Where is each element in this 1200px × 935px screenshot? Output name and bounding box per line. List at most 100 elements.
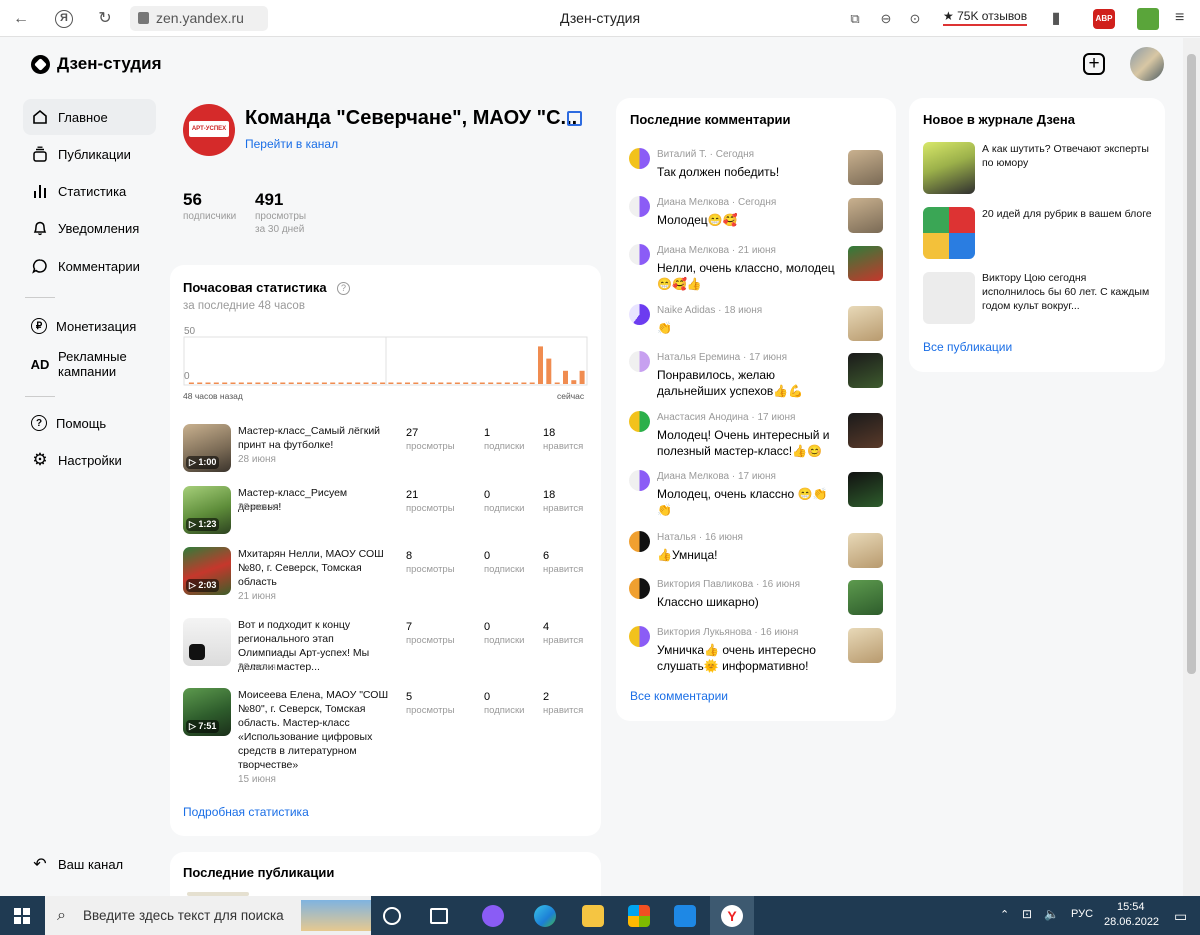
reload-icon[interactable]: ↻ [96,10,114,28]
sidebar-item-ads[interactable]: AD Рекламные кампании [23,345,156,383]
comment-author-avatar[interactable] [629,196,650,217]
comment-author[interactable]: Виталий Т. [657,149,707,160]
comment-publication-thumbnail[interactable] [848,246,883,281]
comment-author[interactable]: Диана Мелкова [657,197,729,208]
comment-author-avatar[interactable] [629,351,650,372]
comment-author[interactable]: Naike Adidas [657,305,715,316]
translate-icon[interactable]: ⧉ [846,10,864,28]
publication-title[interactable]: Мастер-класс_Самый лёгкий принт на футбо… [238,424,393,452]
back-icon[interactable]: ← [12,10,30,28]
comment-author-avatar[interactable] [629,578,650,599]
journal-thumbnail[interactable] [923,142,975,194]
comment-text[interactable]: Молодец, очень классно 😁👏👏 [657,486,842,518]
app-logo[interactable]: Дзен-студия [31,54,162,74]
taskbar-active-app[interactable]: Y [710,896,754,935]
comment-author-avatar[interactable] [629,244,650,265]
publication-thumbnail[interactable]: ▷ 1:23 [183,486,231,534]
tray-chevron-icon[interactable]: ⌃ [1000,908,1009,921]
all-comments-link[interactable]: Все комментарии [630,689,728,703]
volume-icon[interactable]: 🔈 [1044,907,1059,921]
journal-thumbnail[interactable] [923,272,975,324]
sidebar-item-help[interactable]: ? Помощь [23,405,156,441]
comment-text[interactable]: 👍Умница! [657,547,842,563]
publication-thumbnail[interactable] [183,618,231,666]
sidebar-item-settings[interactable]: ⚙ Настройки [23,442,156,478]
comment-publication-thumbnail[interactable] [848,413,883,448]
comment-text[interactable]: Нелли, очень классно, молодец😁🥰👍 [657,260,842,292]
publication-title[interactable]: Мхитарян Нелли, МАОУ СОШ №80, г. Северск… [238,547,393,589]
network-icon[interactable]: ⊡ [1022,907,1032,921]
qr-code-icon[interactable] [567,111,582,126]
all-publications-link[interactable]: Все публикации [923,340,1012,354]
comment-author[interactable]: Виктория Павликова [657,579,753,590]
sidebar-item-home[interactable]: Главное [23,99,156,135]
comment-text[interactable]: 👏 [657,320,842,336]
comment-publication-thumbnail[interactable] [848,628,883,663]
comment-author[interactable]: Наталья [657,532,696,543]
scrollbar-thumb[interactable] [1187,54,1196,674]
store-icon[interactable] [628,905,650,927]
comment-author-avatar[interactable] [629,148,650,169]
comment-author-avatar[interactable] [629,531,650,552]
protect-icon[interactable]: ⊙ [906,10,924,28]
comment-author[interactable]: Наталья Еремина [657,352,740,363]
reader-icon[interactable]: ⊖ [877,10,895,28]
browser-menu-icon[interactable]: ≡ [1175,9,1184,27]
clock-date[interactable]: 28.06.2022 [1104,916,1159,928]
goto-channel-link[interactable]: Перейти в канал [245,137,338,151]
task-view-icon[interactable] [430,908,448,924]
publication-thumbnail[interactable]: ▷ 2:03 [183,547,231,595]
cortana-icon[interactable] [383,907,401,925]
sidebar-item-publications[interactable]: Публикации [23,136,156,172]
journal-thumbnail[interactable] [923,207,975,259]
sidebar-item-comments[interactable]: Комментарии [23,248,156,284]
sidebar-item-monetization[interactable]: ₽ Монетизация [23,308,156,344]
journal-item-title[interactable]: 20 идей для рубрик в вашем блоге [982,207,1152,221]
publication-thumbnail[interactable]: ▷ 1:00 [183,424,231,472]
journal-item-title[interactable]: Виктору Цою сегодня исполнилось бы 60 ле… [982,271,1152,313]
edge-icon[interactable] [534,905,556,927]
publication-thumbnail[interactable]: ▷ 7:51 [183,688,231,736]
alice-icon[interactable] [482,905,504,927]
comment-author[interactable]: Виктория Лукьянова [657,627,752,638]
journal-item-title[interactable]: А как шутить? Отвечают эксперты по юмору [982,142,1152,170]
comment-text[interactable]: Классно шикарно) [657,594,842,610]
reviews-badge[interactable]: ★ 75K отзывов [943,9,1028,26]
taskbar-search-input[interactable]: ⌕ Введите здесь текст для поиска [45,896,371,935]
comment-author-avatar[interactable] [629,626,650,647]
comment-publication-thumbnail[interactable] [848,353,883,388]
notifications-icon[interactable]: ▭ [1174,908,1187,925]
bookmark-icon[interactable]: ▮ [1047,10,1065,28]
comment-author[interactable]: Диана Мелкова [657,471,729,482]
comment-text[interactable]: Умничка👍 очень интересно слушать🌞 информ… [657,642,842,674]
help-icon[interactable]: ? [337,282,350,295]
comment-publication-thumbnail[interactable] [848,533,883,568]
comment-text[interactable]: Молодец! Очень интересный и полезный мас… [657,427,842,459]
adblock-icon[interactable]: ABP [1093,9,1115,29]
comment-text[interactable]: Молодец😁🥰 [657,212,842,228]
sidebar-item-notifications[interactable]: Уведомления [23,210,156,246]
comment-author-avatar[interactable] [629,411,650,432]
language-indicator[interactable]: РУС [1071,908,1093,920]
windows-start-icon[interactable] [14,908,30,924]
sidebar-item-stats[interactable]: Статистика [23,173,156,209]
yandex-icon[interactable]: Я [55,10,73,28]
avatar[interactable] [1130,47,1164,81]
address-bar[interactable]: zen.yandex.ru [130,6,268,31]
comment-publication-thumbnail[interactable] [848,150,883,185]
comment-text[interactable]: Понравилось, желаю дальнейших успехов👍💪 [657,367,842,399]
comment-publication-thumbnail[interactable] [848,580,883,615]
explorer-icon[interactable] [582,905,604,927]
extension-icon[interactable] [1137,8,1159,30]
publication-title[interactable]: Моисеева Елена, МАОУ "СОШ №80", г. Север… [238,688,393,772]
comment-author-avatar[interactable] [629,470,650,491]
comment-publication-thumbnail[interactable] [848,306,883,341]
detailed-stats-link[interactable]: Подробная статистика [183,805,309,819]
comment-text[interactable]: Так должен победить! [657,164,842,180]
add-publication-button[interactable]: + [1083,53,1105,75]
scrollbar[interactable] [1183,38,1200,896]
mail-icon[interactable] [674,905,696,927]
channel-logo[interactable]: АРТ-УСПЕХ [183,104,235,156]
comment-author[interactable]: Анастасия Анодина [657,412,749,423]
comment-publication-thumbnail[interactable] [848,198,883,233]
